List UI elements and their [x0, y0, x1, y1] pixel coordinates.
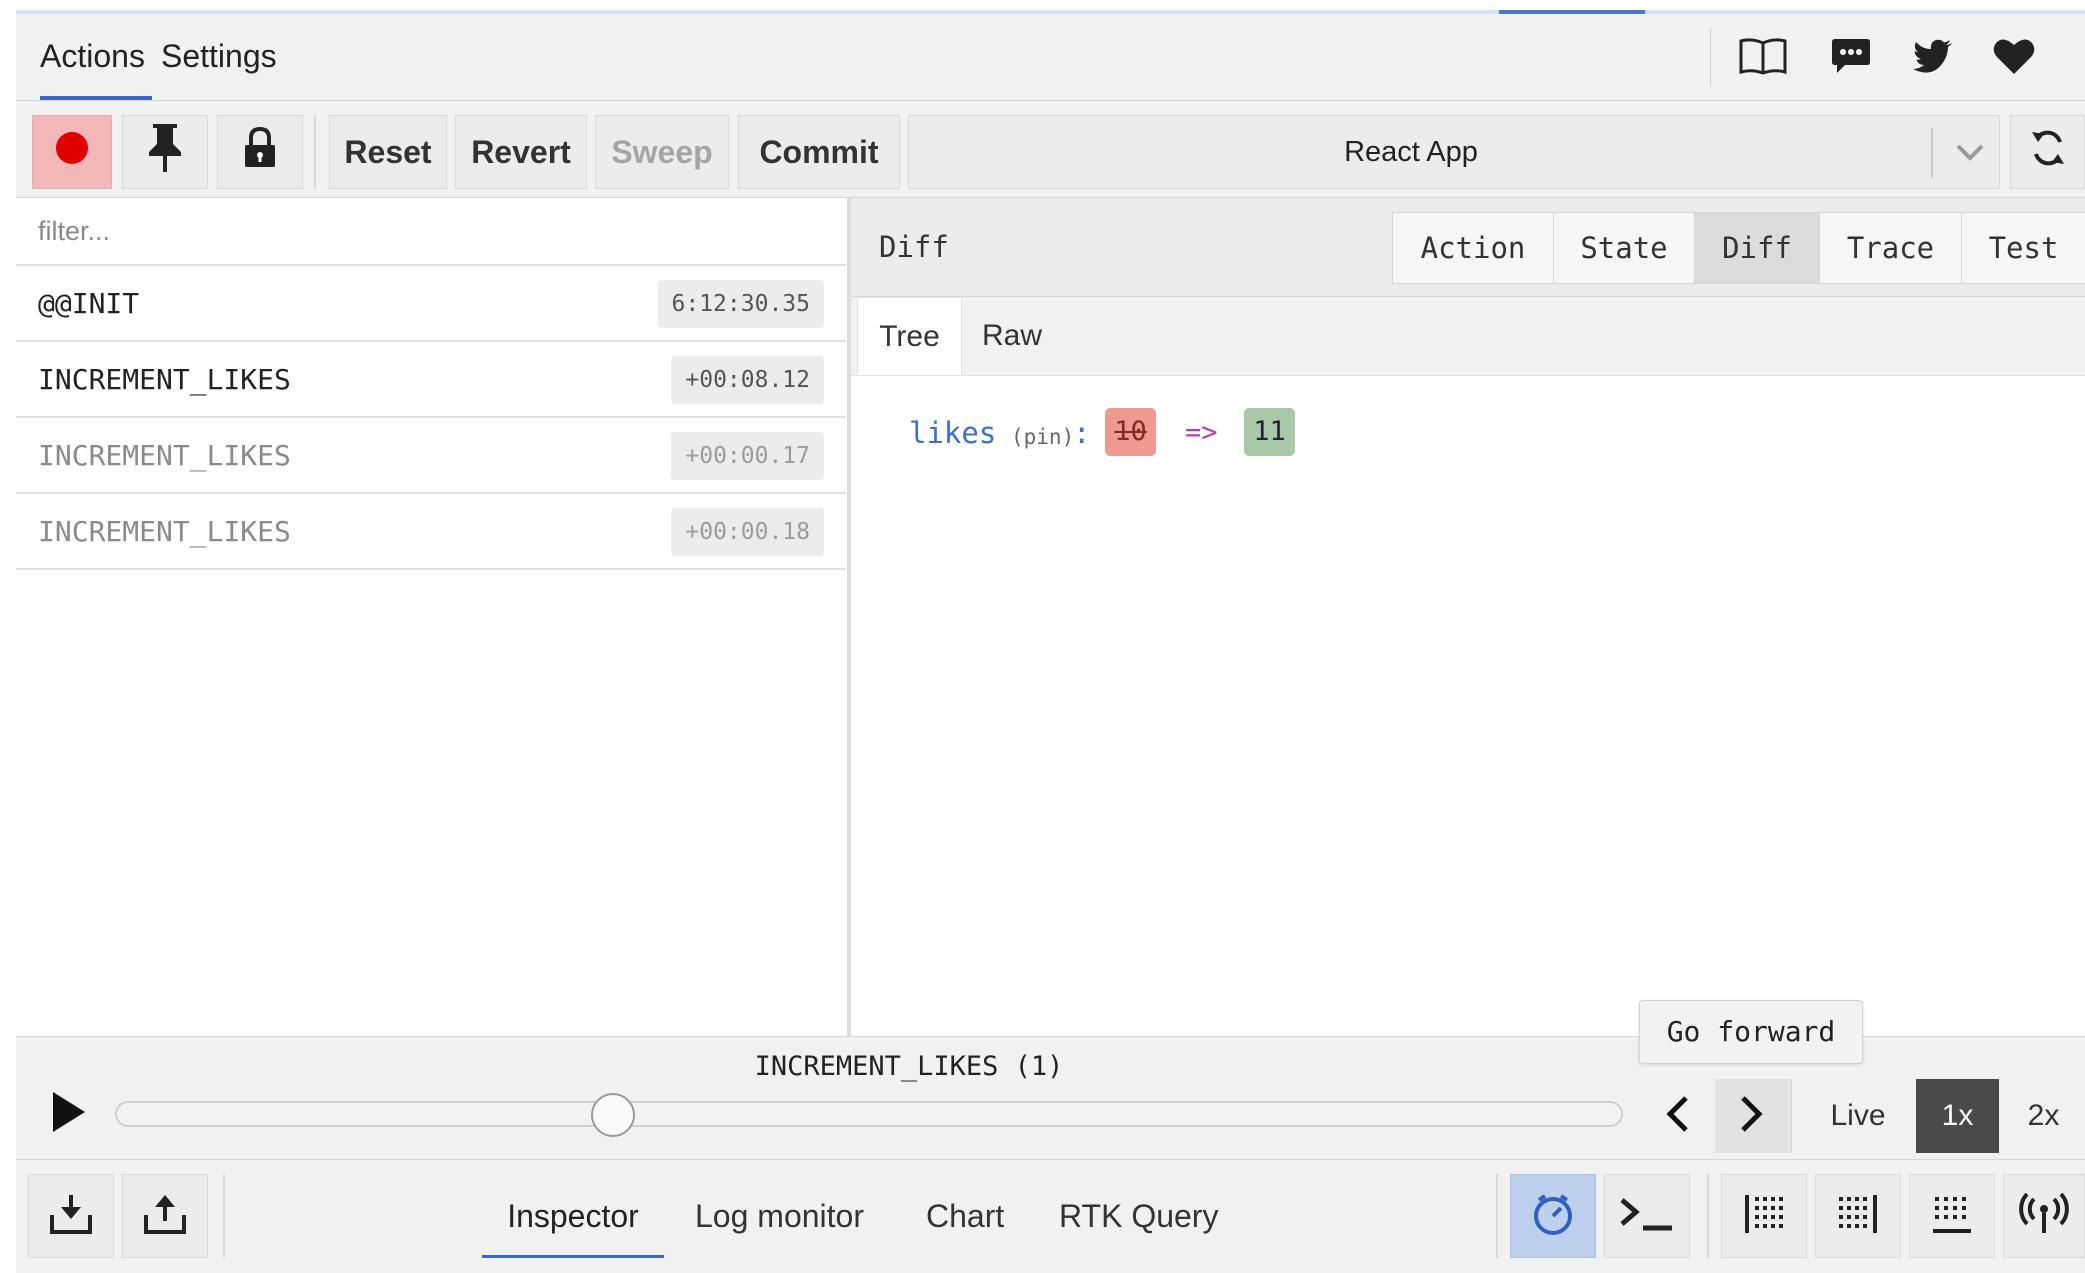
dispatcher-button[interactable] — [1510, 1174, 1596, 1258]
chat-icon[interactable] — [1816, 28, 1886, 84]
revert-button[interactable]: Revert — [455, 115, 587, 189]
import-button[interactable] — [28, 1174, 114, 1258]
twitter-icon[interactable] — [1898, 28, 1968, 84]
view-subtabs: Tree Raw — [851, 297, 2085, 376]
toolbar-separator — [314, 115, 316, 189]
diff-key: likes — [909, 416, 997, 450]
bottom-bar: Inspector Log monitor Chart RTK Query — [16, 1159, 2085, 1273]
tab-state[interactable]: State — [1553, 212, 1695, 284]
monitor-tab-log-monitor[interactable]: Log monitor — [695, 1174, 864, 1258]
play-button[interactable] — [44, 1089, 94, 1139]
action-name: INCREMENT_LIKES — [38, 363, 291, 396]
chevron-right-icon — [1739, 1095, 1765, 1138]
go-back-button[interactable] — [1640, 1079, 1714, 1153]
bottom-separator — [1707, 1174, 1709, 1258]
action-row-2[interactable]: INCREMENT_LIKES +00:00.17 — [16, 418, 846, 494]
chevron-left-icon — [1664, 1095, 1690, 1138]
dispatcher-icon — [1531, 1192, 1575, 1241]
action-time: +00:00.18 — [671, 508, 824, 556]
filter-input[interactable] — [16, 198, 846, 266]
toolbar: Reset Revert Sweep Commit React App — [16, 101, 2085, 198]
tab-diff[interactable]: Diff — [1694, 212, 1820, 284]
detail-pane: Diff Action State Diff Trace Test Tree R… — [851, 198, 2085, 1036]
lock-button[interactable] — [217, 115, 303, 189]
dock-left-icon — [1743, 1193, 1785, 1240]
diff-new-value: 11 — [1244, 408, 1295, 456]
instance-label: React App — [1344, 136, 1478, 168]
header-separator — [1710, 28, 1711, 86]
instance-select[interactable]: React App — [908, 115, 2000, 189]
slider-thumb[interactable] — [590, 1093, 635, 1137]
tab-action[interactable]: Action — [1392, 212, 1554, 284]
action-row-0[interactable]: @@INIT 6:12:30.35 — [16, 266, 846, 342]
dock-bottom-icon — [1931, 1193, 1973, 1240]
bottom-separator — [223, 1174, 225, 1258]
record-icon — [55, 131, 89, 173]
chevron-down-icon[interactable] — [1939, 116, 2001, 188]
slider-separator — [1790, 1079, 1792, 1153]
instance-divider — [1931, 128, 1933, 178]
record-button[interactable] — [32, 115, 112, 189]
action-list-pane: @@INIT 6:12:30.35 INCREMENT_LIKES +00:08… — [16, 198, 848, 1036]
commit-button[interactable]: Commit — [738, 115, 900, 189]
action-name: INCREMENT_LIKES — [38, 439, 291, 472]
dock-left-button[interactable] — [1721, 1174, 1807, 1258]
diff-old-value: 10 — [1105, 408, 1156, 456]
terminal-button[interactable] — [1604, 1174, 1690, 1258]
action-name: INCREMENT_LIKES — [38, 515, 291, 548]
sync-button[interactable] — [2010, 115, 2085, 189]
bottom-separator — [1496, 1174, 1498, 1258]
monitor-tab-rtk-query[interactable]: RTK Query — [1059, 1174, 1218, 1258]
tabs-header: Actions Settings — [16, 14, 2085, 101]
speed-1x[interactable]: 1x — [1916, 1079, 1999, 1153]
monitor-tab-inspector[interactable]: Inspector — [482, 1174, 664, 1258]
sweep-button[interactable]: Sweep — [595, 115, 729, 189]
pin-icon — [145, 122, 185, 182]
import-icon — [49, 1193, 93, 1240]
speed-2x[interactable]: 2x — [2002, 1079, 2085, 1153]
detail-header: Diff Action State Diff Trace Test — [851, 198, 2085, 297]
tab-settings[interactable]: Settings — [161, 14, 291, 100]
action-time: 6:12:30.35 — [657, 280, 824, 328]
devtools-app: Actions Settings Reset Revert Sweep Comm… — [16, 10, 2085, 1273]
play-icon — [51, 1090, 87, 1139]
speed-live[interactable]: Live — [1811, 1079, 1905, 1153]
pin-button[interactable] — [122, 115, 208, 189]
tab-test[interactable]: Test — [1961, 212, 2085, 284]
export-icon — [143, 1193, 187, 1240]
remote-button[interactable] — [2003, 1174, 2085, 1258]
tab-actions[interactable]: Actions — [40, 14, 152, 100]
action-time: +00:00.17 — [671, 432, 824, 480]
slider-track[interactable] — [115, 1101, 1623, 1127]
remote-icon — [2018, 1192, 2070, 1240]
heart-icon[interactable] — [1979, 28, 2049, 84]
diff-colon: : — [1073, 416, 1091, 450]
detail-title: Diff — [879, 230, 949, 264]
subtab-raw[interactable]: Raw — [969, 297, 1055, 375]
terminal-icon — [1619, 1196, 1675, 1237]
dock-bottom-button[interactable] — [1909, 1174, 1995, 1258]
book-icon[interactable] — [1728, 28, 1798, 84]
tooltip: Go forward — [1639, 1000, 1863, 1064]
subtab-tree[interactable]: Tree — [857, 297, 962, 375]
monitor-tab-chart[interactable]: Chart — [926, 1174, 1004, 1258]
action-time: +00:08.12 — [671, 356, 824, 404]
tab-trace[interactable]: Trace — [1819, 212, 1962, 284]
dock-right-icon — [1837, 1193, 1879, 1240]
action-name: @@INIT — [38, 287, 140, 320]
export-button[interactable] — [122, 1174, 208, 1258]
reset-button[interactable]: Reset — [329, 115, 447, 189]
diff-pin-label[interactable]: (pin) — [1011, 412, 1074, 462]
action-row-1[interactable]: INCREMENT_LIKES +00:08.12 — [16, 342, 846, 418]
refresh-icon — [2030, 127, 2066, 177]
diff-arrow: => — [1185, 417, 1218, 448]
lock-icon — [243, 126, 277, 177]
slider-label: INCREMENT_LIKES (1) — [754, 1051, 1064, 1082]
go-forward-button[interactable] — [1715, 1079, 1789, 1153]
action-row-3[interactable]: INCREMENT_LIKES +00:00.18 — [16, 494, 846, 570]
dock-right-button[interactable] — [1815, 1174, 1901, 1258]
